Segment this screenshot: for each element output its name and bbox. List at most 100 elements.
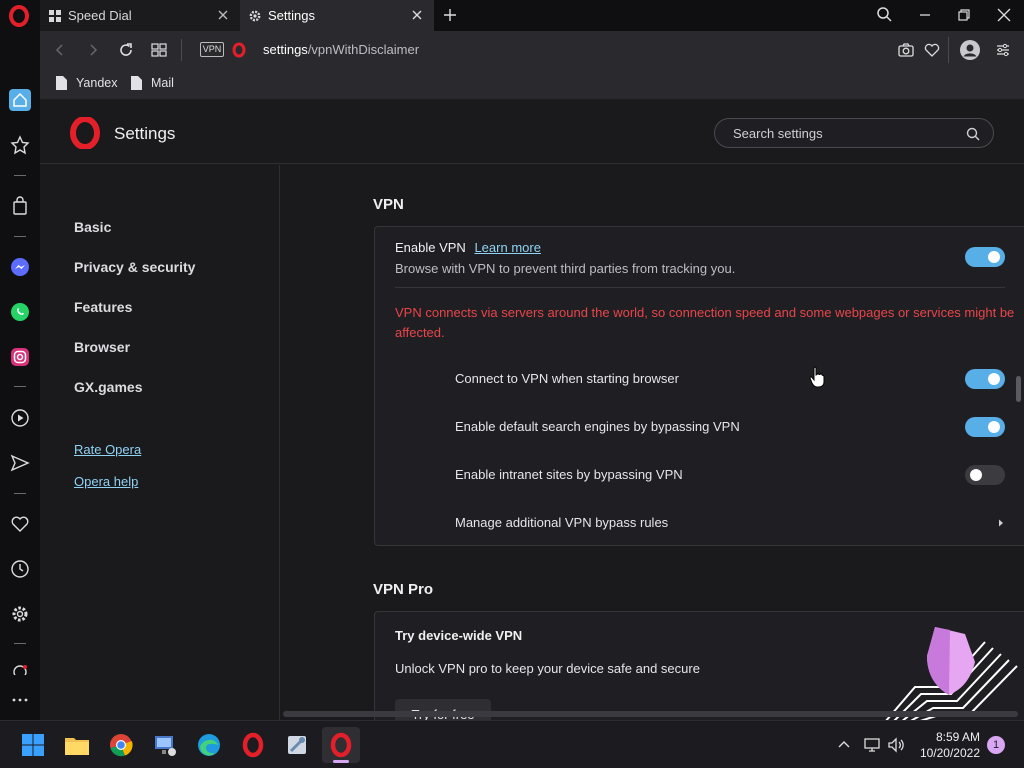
chevron-up-icon[interactable] [836,737,852,753]
enable-vpn-row: Enable VPN Learn more [395,240,541,255]
learn-more-link[interactable]: Learn more [474,240,540,255]
pinboard-icon[interactable] [9,134,31,156]
url-host: settings [263,42,308,57]
nav-basic[interactable]: Basic [74,219,111,235]
horizontal-scrollbar[interactable] [283,711,1018,717]
tools-app-icon[interactable] [283,731,311,759]
vpn-shield-illustration [885,627,1018,720]
reload-icon[interactable] [117,41,135,59]
bookmarks-bar: Yandex Mail [40,69,1024,100]
tab-label: Speed Dial [68,8,132,23]
history-clock-icon[interactable] [9,558,31,580]
divider [14,236,26,237]
back-icon[interactable] [52,42,68,58]
enable-vpn-description: Browse with VPN to prevent third parties… [395,261,736,276]
remote-desktop-icon[interactable] [151,731,179,759]
search-tabs-icon[interactable] [873,4,895,26]
bookmarks-heart-icon[interactable] [9,513,31,535]
vpn-pro-section-title: VPN Pro [373,581,434,598]
instagram-icon[interactable] [9,346,31,368]
network-icon[interactable] [863,736,881,754]
camera-icon[interactable] [897,41,915,59]
minimize-icon[interactable] [914,4,936,26]
bookmark-yandex[interactable]: Yandex [56,76,117,90]
heart-icon[interactable] [923,41,941,59]
divider [948,37,949,63]
enable-vpn-toggle[interactable] [965,247,1005,267]
close-window-icon[interactable] [993,4,1015,26]
shopping-bag-icon[interactable] [9,195,31,217]
clock[interactable]: 8:59 AM 10/20/2022 [918,729,980,761]
tabs-grid-icon[interactable] [151,42,167,58]
notification-badge[interactable]: 1 [987,736,1005,754]
opera-active-taskbar-icon[interactable] [322,727,360,763]
nav-privacy-security[interactable]: Privacy & security [74,259,195,275]
nav-browser[interactable]: Browser [74,339,130,355]
profile-avatar-icon[interactable] [959,39,981,61]
home-icon[interactable] [9,89,31,111]
active-indicator [333,760,349,763]
page-icon [56,76,67,90]
tab-speed-dial[interactable]: Speed Dial [40,0,240,31]
connect-on-start-label: Connect to VPN when starting browser [455,371,679,386]
volume-icon[interactable] [887,736,905,754]
nav-features[interactable]: Features [74,299,132,315]
chrome-icon[interactable] [107,731,135,759]
search-settings-input[interactable]: Search settings [714,118,994,148]
search-placeholder: Search settings [733,126,823,141]
tab-bar: Speed Dial Settings [0,0,1024,31]
divider [14,175,26,176]
bypass-intranet-toggle[interactable] [965,465,1005,485]
opera-page-icon [231,42,247,58]
search-icon [966,127,980,141]
extension-icon[interactable] [9,661,31,675]
file-explorer-icon[interactable] [63,731,91,759]
clock-date: 10/20/2022 [919,746,980,760]
url-text[interactable]: settings/vpnWithDisclaimer [263,42,419,57]
bookmark-mail[interactable]: Mail [131,76,174,90]
page-icon [131,76,142,90]
bypass-intranet-label: Enable intranet sites by bypassing VPN [455,467,683,482]
settings-header: Settings Search settings [40,100,1024,164]
bypass-search-engines-toggle[interactable] [965,417,1005,437]
settings-gear-icon[interactable] [9,603,31,625]
divider [14,386,26,387]
tab-settings[interactable]: Settings [240,0,434,31]
url-path: /vpnWithDisclaimer [307,42,420,57]
windows-taskbar: 8:59 AM 10/20/2022 1 [0,720,1024,768]
close-tab-icon[interactable] [216,8,230,22]
edge-icon[interactable] [195,731,223,759]
vpn-pro-card-description: Unlock VPN pro to keep your device safe … [395,661,700,676]
settings-page: Settings Search settings Basic Privacy &… [40,100,1024,720]
connect-on-start-toggle[interactable] [965,369,1005,389]
more-options-icon[interactable] [9,689,31,711]
player-icon[interactable] [9,407,31,429]
opera-taskbar-icon[interactable] [239,731,267,759]
forward-icon[interactable] [85,42,101,58]
whatsapp-icon[interactable] [9,301,31,323]
divider [181,39,182,61]
messenger-icon[interactable] [9,256,31,278]
vpn-section-title: VPN [373,196,404,213]
close-tab-icon[interactable] [410,8,424,22]
enable-vpn-label: Enable VPN [395,240,466,255]
new-tab-icon[interactable] [442,7,458,23]
hand-cursor-icon [809,366,825,388]
easy-setup-icon[interactable] [994,41,1012,59]
vpn-badge[interactable]: VPN [200,42,224,57]
vpn-warning: VPN connects via servers around the worl… [395,305,1015,340]
manage-bypass-rules-row[interactable]: Manage additional VPN bypass rules [455,509,1005,535]
tab-label: Settings [268,8,315,23]
restore-icon[interactable] [953,4,975,26]
nav-gx-games[interactable]: GX.games [74,379,142,395]
windows-start-icon[interactable] [19,731,47,759]
scrollbar-thumb[interactable] [1016,376,1021,402]
send-icon[interactable] [9,452,31,474]
opera-help-link[interactable]: Opera help [74,474,138,489]
bookmark-label: Mail [151,76,174,90]
bookmark-label: Yandex [76,76,118,90]
gear-icon [249,10,261,21]
vpn-card: Enable VPN Learn more Browse with VPN to… [374,226,1024,546]
rate-opera-link[interactable]: Rate Opera [74,442,141,457]
opera-menu-icon[interactable] [8,5,30,27]
